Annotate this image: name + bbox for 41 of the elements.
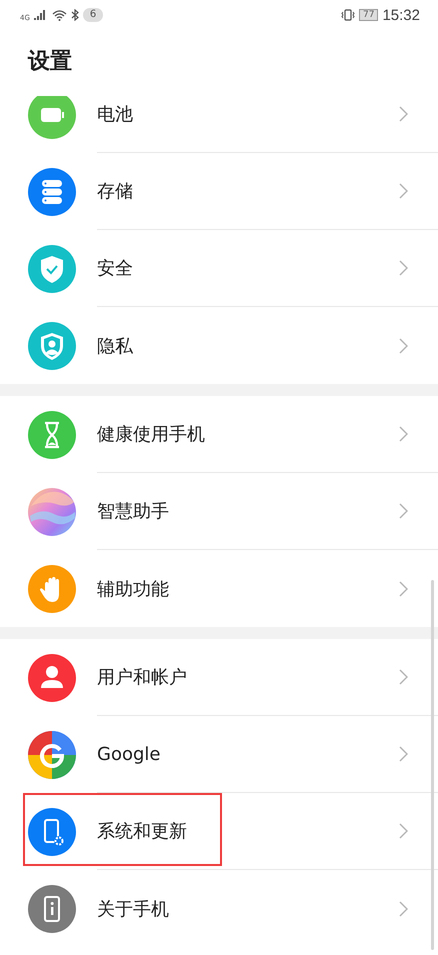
item-label: 电池	[97, 103, 133, 126]
settings-item[interactable]: 安全	[0, 230, 438, 307]
chevron-icon	[399, 823, 408, 839]
bluetooth-icon	[70, 9, 79, 21]
chevron-icon	[399, 503, 408, 519]
settings-item[interactable]: 存储	[0, 153, 438, 230]
item-label: 智慧助手	[97, 500, 169, 523]
chevron-icon	[399, 746, 408, 762]
chevron-icon	[399, 426, 408, 442]
item-label: Google	[97, 744, 160, 764]
settings-item[interactable]: 系统和更新	[0, 793, 438, 870]
item-label: 安全	[97, 257, 133, 280]
settings-item[interactable]: 关于手机	[0, 870, 438, 947]
item-label: 用户和帐户	[97, 666, 187, 689]
battery-indicator: 77	[359, 9, 378, 21]
item-label: 存储	[97, 180, 133, 203]
item-label: 健康使用手机	[97, 423, 205, 446]
settings-item[interactable]: 隐私	[0, 307, 438, 384]
settings-item[interactable]: 用户和帐户	[0, 639, 438, 716]
settings-item[interactable]: 健康使用手机	[0, 396, 438, 473]
chevron-icon	[399, 106, 408, 122]
chevron-icon	[399, 260, 408, 276]
notification-badge: 6	[82, 8, 104, 22]
vibrate-icon	[341, 9, 355, 21]
chevron-icon	[399, 669, 408, 685]
chevron-icon	[399, 580, 408, 596]
settings-item[interactable]: 智慧助手	[0, 473, 438, 550]
signal-icon	[34, 10, 48, 20]
page-title: 设置	[26, 48, 73, 76]
wifi-icon	[52, 10, 67, 20]
item-label: 关于手机	[97, 898, 169, 920]
chevron-icon	[399, 183, 408, 199]
chevron-icon	[399, 900, 408, 916]
item-label: 隐私	[97, 334, 133, 358]
item-label: 系统和更新	[97, 820, 187, 843]
settings-item[interactable]: 电池	[0, 96, 438, 153]
chevron-icon	[399, 338, 408, 354]
settings-item[interactable]: Google	[0, 716, 438, 793]
item-label: 辅助功能	[97, 578, 169, 600]
clock-time: 15:32	[382, 6, 420, 24]
settings-item[interactable]: 辅助功能	[0, 550, 438, 627]
